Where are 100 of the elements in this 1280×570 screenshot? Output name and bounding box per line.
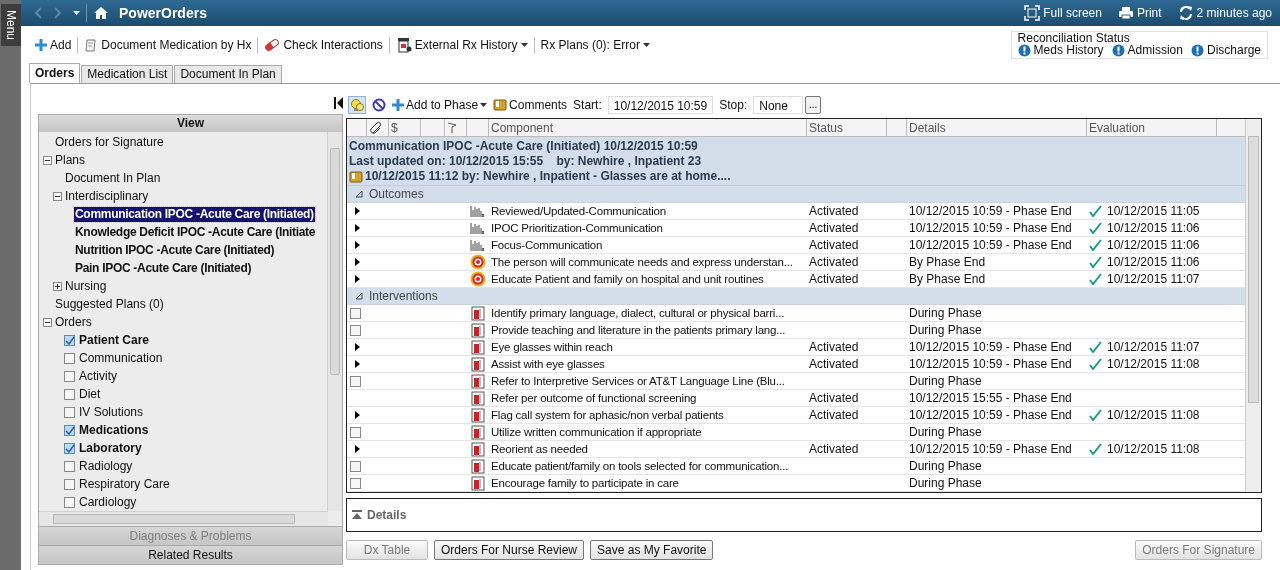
reconciliation-item[interactable]: Discharge xyxy=(1190,44,1261,57)
expand-icon[interactable] xyxy=(53,281,62,291)
tree-item[interactable]: Nutrition IPOC -Acute Care (Initiated) xyxy=(74,242,276,258)
checkbox[interactable] xyxy=(64,370,75,382)
fullscreen-button[interactable]: Full screen xyxy=(1024,5,1102,21)
details-title[interactable]: Details xyxy=(367,508,407,522)
flag-icon[interactable] xyxy=(447,122,457,134)
table-cell-text: 10/12/2015 10:59 - Phase End xyxy=(908,357,1073,371)
reconciliation-item[interactable]: Admission xyxy=(1111,44,1183,57)
expand-icon[interactable] xyxy=(354,411,360,419)
expand-icon[interactable] xyxy=(354,224,360,232)
toolbar-button[interactable]: Check Interactions xyxy=(264,38,383,52)
expand-icon[interactable] xyxy=(354,445,360,453)
toolbar-button[interactable]: Add xyxy=(35,38,72,52)
add-to-phase-button[interactable]: Add to Phase xyxy=(392,98,488,112)
toolbar-button[interactable]: External Rx History xyxy=(395,37,528,53)
menu-tab[interactable]: Menu xyxy=(0,4,21,47)
tree-item[interactable]: Orders for Signature xyxy=(54,134,165,150)
checkbox[interactable] xyxy=(350,460,361,472)
stop-field[interactable]: None xyxy=(753,96,804,114)
table-cell: 10/12/2015 11:06 xyxy=(1107,255,1200,269)
tree-item[interactable]: Activity xyxy=(78,368,118,384)
group-header[interactable]: Interventions xyxy=(347,288,1245,305)
expand-icon[interactable] xyxy=(354,207,360,215)
tree-item[interactable]: Plans xyxy=(54,152,87,168)
checkbox[interactable] xyxy=(64,496,75,508)
start-field[interactable]: 10/12/2015 10:59 xyxy=(607,96,714,114)
group-header[interactable]: Outcomes xyxy=(347,186,1245,203)
checkbox[interactable] xyxy=(64,442,75,454)
button[interactable]: Save as My Favorite xyxy=(590,540,714,560)
checkbox[interactable] xyxy=(350,477,361,489)
tree-item[interactable]: Suggested Plans (0) xyxy=(54,296,165,312)
scrollbar[interactable] xyxy=(327,132,342,511)
document-icon xyxy=(471,424,485,440)
tab[interactable]: Medication List xyxy=(81,65,174,83)
tree-item[interactable]: Radiology xyxy=(78,458,134,474)
tree-item[interactable]: Cardiology xyxy=(78,494,138,510)
button[interactable]: Orders For Nurse Review xyxy=(434,540,585,560)
expand-icon[interactable] xyxy=(354,360,360,368)
expand-icon[interactable] xyxy=(354,343,360,351)
bar-chart-icon xyxy=(470,221,486,235)
caret-icon[interactable] xyxy=(73,11,80,15)
toolbar-button[interactable]: Rx Plans (0): Error xyxy=(540,38,650,52)
lightbulb-button[interactable] xyxy=(348,96,366,114)
scrollbar[interactable] xyxy=(39,511,328,526)
tree-item[interactable]: Document In Plan xyxy=(64,170,162,186)
tree-item[interactable]: IV Solutions xyxy=(78,404,145,420)
document-icon xyxy=(471,407,485,423)
expand-icon[interactable] xyxy=(354,258,360,266)
tree-item[interactable]: Communication xyxy=(78,350,164,366)
tree-item[interactable]: Interdisciplinary xyxy=(64,188,150,204)
checkbox[interactable] xyxy=(64,388,75,400)
comments-button[interactable]: Comments xyxy=(493,98,568,112)
document-icon xyxy=(471,356,485,372)
checkbox[interactable] xyxy=(64,334,75,346)
paperclip-icon[interactable] xyxy=(369,121,383,135)
table-cell-text: Utilize written communication if appropriate xyxy=(490,426,703,438)
tree-item[interactable]: Medications xyxy=(78,422,150,438)
expand-icon[interactable] xyxy=(354,241,360,249)
expand-icon[interactable] xyxy=(354,275,360,283)
tab[interactable]: Document In Plan xyxy=(174,65,282,83)
checkbox[interactable] xyxy=(350,307,361,319)
checkbox[interactable] xyxy=(64,460,75,472)
plus-icon xyxy=(392,99,404,111)
reconciliation-title: Reconciliation Status xyxy=(1017,32,1131,44)
table-cell-text: Activated xyxy=(808,272,860,286)
checkbox[interactable] xyxy=(350,375,361,387)
checkbox[interactable] xyxy=(64,352,75,364)
table-cell-text: Educate Patient and family on hospital and unit routines xyxy=(490,273,765,285)
tree-item[interactable]: Respiratory Care xyxy=(78,476,171,492)
refresh-button[interactable]: 2 minutes ago xyxy=(1177,5,1272,21)
collapse-icon[interactable] xyxy=(43,155,52,165)
checkbox[interactable] xyxy=(64,478,75,490)
tree-item[interactable]: Nursing xyxy=(64,278,108,294)
collapse-icon[interactable] xyxy=(53,191,62,201)
no-sign-icon[interactable] xyxy=(372,98,386,112)
tree-item[interactable]: Orders xyxy=(54,314,93,330)
reconciliation-item[interactable]: Meds History xyxy=(1017,44,1104,57)
scrollbar[interactable] xyxy=(1245,119,1261,492)
tree-item[interactable]: Diet xyxy=(78,386,102,402)
checkbox[interactable] xyxy=(350,324,361,336)
tree-item[interactable]: Pain IPOC -Acute Care (Initiated) xyxy=(74,260,253,276)
checkbox[interactable] xyxy=(64,424,75,436)
home-icon[interactable] xyxy=(93,6,109,20)
table-cell-text: Activated xyxy=(808,357,860,371)
toolbar-button[interactable]: Document Medication by Hx xyxy=(84,38,252,52)
collapse-icon[interactable] xyxy=(43,317,52,327)
collapse-panel-icon[interactable] xyxy=(334,97,343,109)
checkbox[interactable] xyxy=(350,426,361,438)
fullscreen-icon xyxy=(1024,5,1041,21)
more-button[interactable]: ... xyxy=(805,96,822,114)
tree-item[interactable]: Knowledge Deficit IPOC -Acute Care (Initiate xyxy=(74,224,317,240)
tree-item[interactable]: Laboratory xyxy=(78,440,143,456)
section-header[interactable]: Related Results xyxy=(39,545,342,564)
checkbox[interactable] xyxy=(64,406,75,418)
document-icon xyxy=(471,475,485,491)
tree-item[interactable]: Patient Care xyxy=(78,332,151,348)
tab[interactable]: Orders xyxy=(29,63,81,83)
print-button[interactable]: Print xyxy=(1117,5,1162,21)
tree-item[interactable]: Communication IPOC -Acute Care (Initiated) xyxy=(74,206,315,222)
